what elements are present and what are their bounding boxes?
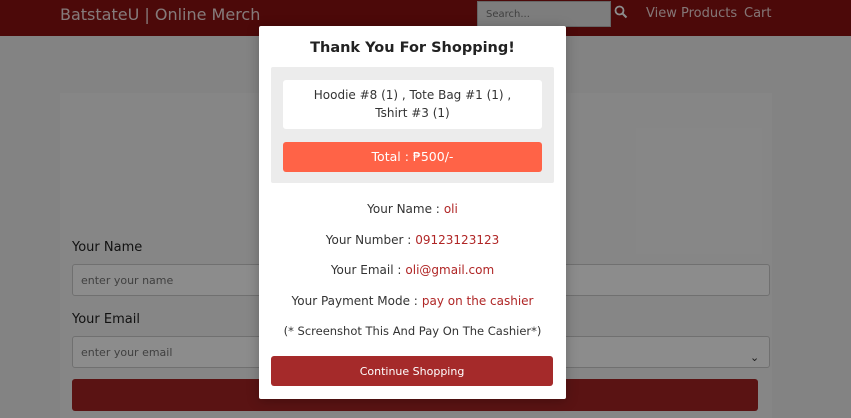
- info-payment: Your Payment Mode : pay on the cashier: [259, 294, 566, 308]
- order-items: Hoodie #8 (1) , Tote Bag #1 (1) , Tshirt…: [283, 80, 542, 129]
- info-email: Your Email : oli@gmail.com: [259, 263, 566, 277]
- continue-shopping-button[interactable]: Continue Shopping: [271, 356, 553, 386]
- order-summary: Hoodie #8 (1) , Tote Bag #1 (1) , Tshirt…: [271, 67, 554, 183]
- info-payment-label: Your Payment Mode :: [291, 294, 418, 308]
- info-email-value: oli@gmail.com: [405, 263, 495, 277]
- modal-title: Thank You For Shopping!: [310, 40, 515, 56]
- info-name: Your Name : oli: [259, 202, 566, 216]
- info-name-value: oli: [443, 202, 458, 216]
- payment-note: (* Screenshot This And Pay On The Cashie…: [283, 324, 542, 338]
- info-name-label: Your Name :: [367, 202, 440, 216]
- info-email-label: Your Email :: [330, 263, 402, 277]
- order-total: Total : ₱500/-: [283, 142, 542, 172]
- info-number: Your Number :09123123123: [259, 233, 566, 247]
- info-payment-value: pay on the cashier: [421, 294, 534, 308]
- info-number-value: 09123123123: [415, 233, 500, 247]
- info-number-label: Your Number :: [325, 233, 412, 247]
- order-confirmation-modal: Thank You For Shopping! Hoodie #8 (1) , …: [259, 26, 566, 399]
